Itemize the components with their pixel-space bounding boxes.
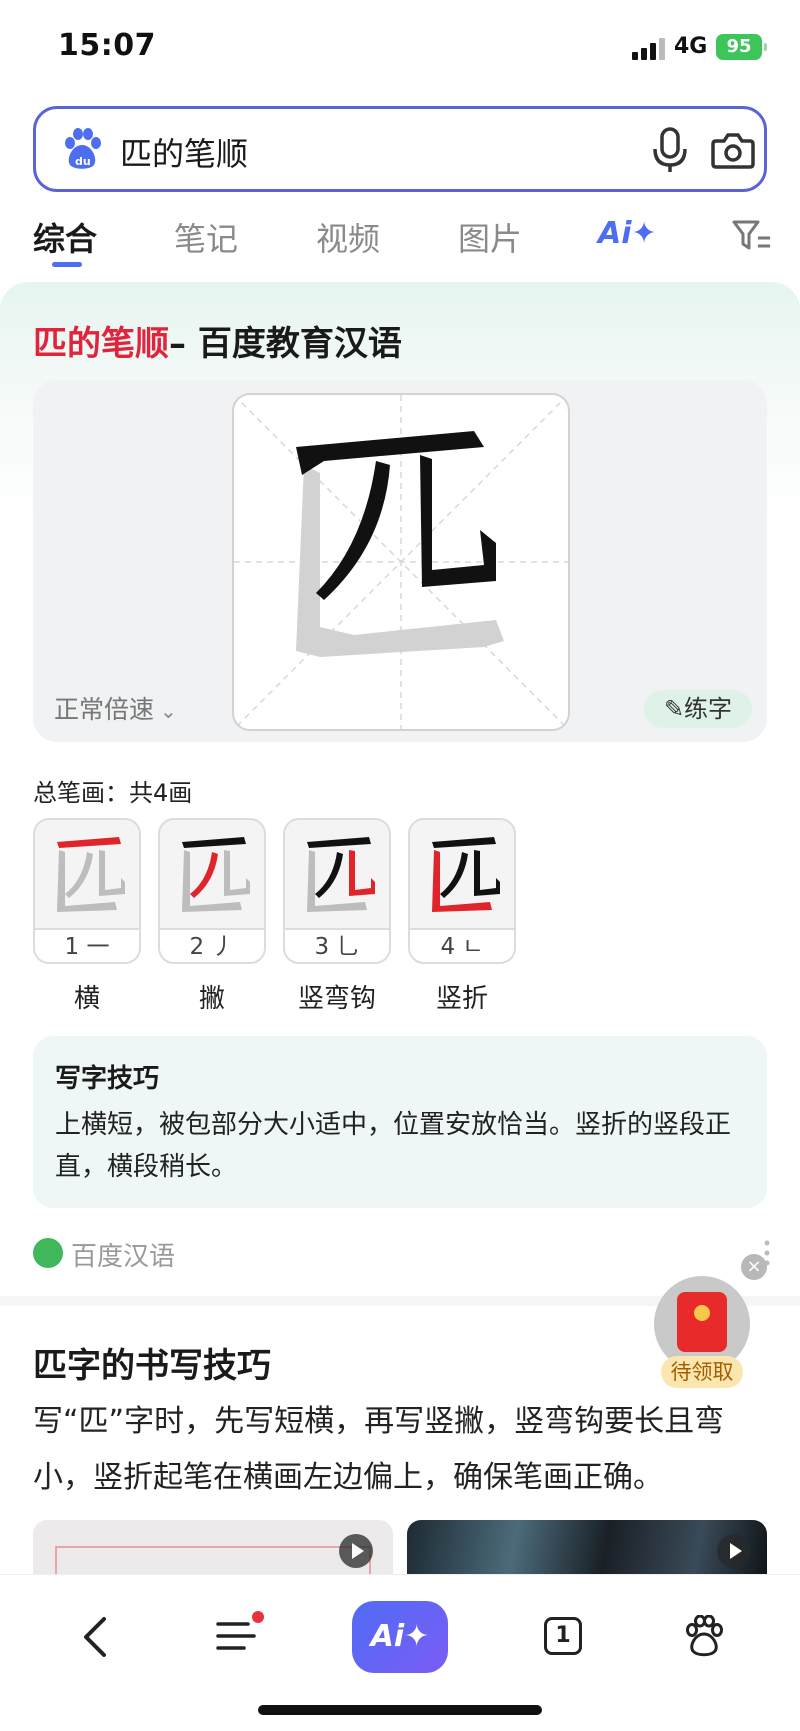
camera-icon[interactable]	[710, 127, 756, 173]
filter-icon[interactable]	[732, 218, 772, 254]
result-title[interactable]: 匹的笔顺– 百度教育汉语	[33, 316, 402, 365]
status-bar: 15:07 4G 95	[0, 0, 800, 96]
baidu-hanyu-logo-icon	[33, 1238, 63, 1268]
signal-icon	[632, 38, 666, 60]
source-name: 百度汉语	[71, 1242, 176, 1272]
stroke-card[interactable]: 4 ㄴ	[408, 818, 516, 964]
video-thumbnail[interactable]	[407, 1520, 767, 1580]
search-tabs: 综合 笔记 视频 图片 Ai✦	[0, 206, 800, 272]
tab-notes[interactable]: 笔记	[174, 214, 238, 260]
stroke-animation-grid[interactable]	[232, 393, 570, 731]
tab-active-indicator	[52, 262, 82, 267]
stroke-diagram	[57, 837, 125, 912]
notification-dot	[252, 1611, 264, 1623]
speed-selector[interactable]: 正常倍速 ⌄	[54, 690, 177, 726]
home-indicator	[258, 1705, 542, 1715]
stroke-card[interactable]: 2 丿	[158, 818, 266, 964]
stroke-number: 3 乚	[285, 928, 389, 962]
stroke-name: 竖折	[435, 984, 488, 1014]
chevron-down-icon: ⌄	[160, 699, 177, 723]
total-strokes: 总笔画：共4画	[33, 779, 193, 807]
baidu-home-icon[interactable]	[684, 1615, 724, 1657]
tab-images[interactable]: 图片	[458, 214, 522, 260]
video-thumbnail[interactable]	[33, 1520, 393, 1580]
practice-button[interactable]: ✎练字	[644, 690, 752, 728]
svg-text:du: du	[75, 155, 91, 168]
stroke-diagram	[182, 837, 250, 912]
stroke-number: 1 一	[35, 928, 139, 962]
menu-icon[interactable]	[216, 1619, 256, 1653]
stroke-diagram	[307, 837, 375, 912]
stroke-name: 横	[73, 984, 100, 1014]
network-label: 4G	[674, 34, 708, 59]
battery-icon: 95	[716, 34, 767, 60]
tips-title: 写字技巧	[55, 1064, 160, 1094]
microphone-icon[interactable]	[648, 125, 692, 175]
tabs-counter-button[interactable]: 1	[544, 1617, 582, 1655]
search-input[interactable]: 匹的笔顺	[120, 129, 248, 175]
back-icon[interactable]	[80, 1615, 110, 1659]
tab-video[interactable]: 视频	[316, 214, 380, 260]
close-float-button[interactable]: ×	[741, 1254, 767, 1280]
ai-assistant-button[interactable]: Ai✦	[352, 1601, 448, 1673]
pencil-icon: ✎	[663, 695, 685, 723]
stroke-card[interactable]: 1 一	[33, 818, 141, 964]
tab-ai[interactable]: Ai✦	[598, 216, 657, 251]
play-icon	[717, 1534, 751, 1568]
search-box[interactable]: du 匹的笔顺	[33, 106, 767, 192]
red-packet-icon	[677, 1292, 727, 1352]
character-stroke-animation	[234, 395, 568, 729]
play-icon	[339, 1534, 373, 1568]
tab-all[interactable]: 综合	[33, 214, 97, 260]
stroke-number: 2 丿	[160, 928, 264, 962]
tips-body: 上横短，被包部分大小适中，位置安放恰当。竖折的竖段正直，横段稍长。	[55, 1110, 732, 1182]
status-time: 15:07	[58, 28, 156, 63]
bottom-navigation: Ai✦ 1	[0, 1574, 800, 1731]
stroke-card[interactable]: 3 乚	[283, 818, 391, 964]
red-packet-label[interactable]: 待领取	[661, 1356, 743, 1388]
stroke-name: 竖弯钩	[297, 984, 376, 1014]
stroke-number: 4 ㄴ	[410, 928, 514, 962]
baidu-paw-icon: du	[65, 128, 101, 169]
section-body: 写“匹”字时，先写短横，再写竖撇，竖弯钩要长且弯小，竖折起笔在横画左边偏上，确保…	[33, 1404, 725, 1495]
writing-tips-box: 写字技巧 上横短，被包部分大小适中，位置安放恰当。竖折的竖段正直，横段稍长。	[33, 1036, 767, 1208]
stroke-diagram	[432, 837, 500, 912]
stroke-name: 撇	[198, 984, 225, 1014]
section-title[interactable]: 匹字的书写技巧	[33, 1338, 271, 1387]
